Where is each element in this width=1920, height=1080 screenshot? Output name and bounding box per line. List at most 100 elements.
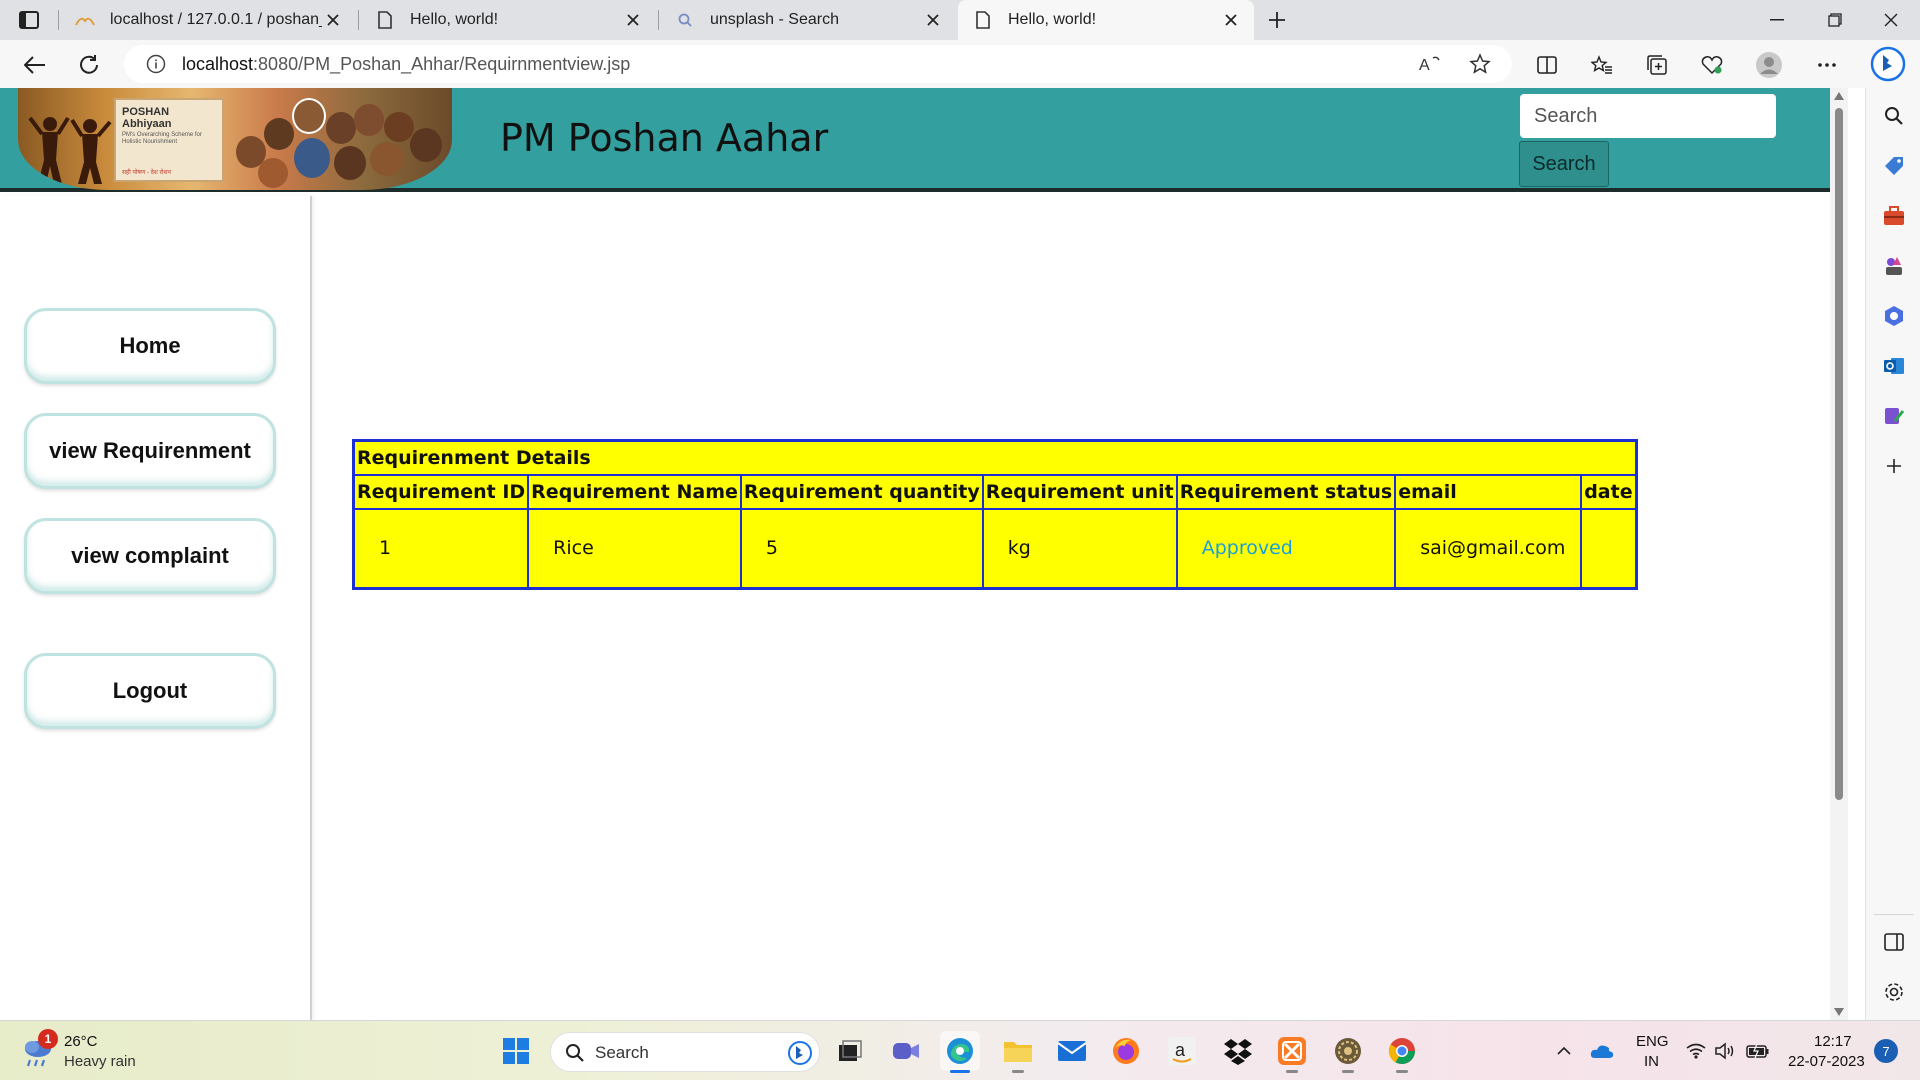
- close-window-button[interactable]: [1862, 0, 1920, 40]
- task-view-icon[interactable]: [830, 1031, 870, 1071]
- microsoft-365-icon[interactable]: [1880, 302, 1908, 330]
- scroll-up-arrow-icon[interactable]: [1834, 92, 1844, 100]
- wifi-icon[interactable]: [1684, 1039, 1708, 1063]
- home-button[interactable]: Home: [24, 308, 276, 384]
- search-icon: [566, 1044, 584, 1062]
- xampp-icon[interactable]: [1272, 1031, 1312, 1073]
- browser-toolbar: localhost:8080/PM_Poshan_Ahhar/Requirnme…: [0, 40, 1920, 88]
- bing-copilot-icon[interactable]: [1868, 44, 1908, 84]
- firefox-icon[interactable]: [1106, 1031, 1146, 1071]
- scroll-down-arrow-icon[interactable]: [1834, 1008, 1844, 1016]
- windows-start-icon[interactable]: [496, 1031, 536, 1071]
- child-photo: [334, 146, 366, 180]
- site-info-icon[interactable]: [144, 52, 168, 76]
- close-icon[interactable]: [922, 9, 944, 31]
- site-header: POSHAN Abhiyaan PM's Overarching Scheme …: [0, 88, 1830, 192]
- windows-taskbar: 1 26°C Heavy rain Search a ENG IN 12:17 …: [0, 1020, 1920, 1080]
- cell-email: sai@gmail.com: [1394, 507, 1583, 590]
- dropbox-icon[interactable]: [1218, 1031, 1258, 1071]
- add-icon[interactable]: [1880, 452, 1908, 480]
- site-title: PM Poshan Aahar: [500, 116, 829, 160]
- cell-date: [1580, 507, 1638, 590]
- logout-button[interactable]: Logout: [24, 653, 276, 729]
- collections-icon[interactable]: [1640, 48, 1674, 82]
- split-screen-icon[interactable]: [1530, 48, 1564, 82]
- column-header-requirement-name: Requirement Name: [527, 473, 742, 510]
- children-silhouette-image: [28, 116, 112, 184]
- favorite-star-icon[interactable]: [1468, 52, 1492, 76]
- settings-gear-icon[interactable]: [1880, 978, 1908, 1006]
- sidebar-toggle-icon[interactable]: [1880, 928, 1908, 956]
- child-photo: [292, 98, 326, 134]
- cell-requirement-name: Rice: [527, 507, 742, 590]
- refresh-button[interactable]: [72, 48, 106, 82]
- web-page: POSHAN Abhiyaan PM's Overarching Scheme …: [0, 88, 1830, 1020]
- column-header-requirement-id: Requirement ID: [352, 473, 530, 510]
- edge-browser-icon[interactable]: [940, 1031, 980, 1073]
- region-indicator[interactable]: IN: [1644, 1053, 1659, 1070]
- favorites-icon[interactable]: [1585, 48, 1619, 82]
- child-photo: [370, 142, 404, 176]
- phpmyadmin-icon: [74, 9, 96, 31]
- address-bar[interactable]: localhost:8080/PM_Poshan_Ahhar/Requirnme…: [124, 45, 1512, 83]
- child-photo: [410, 128, 442, 162]
- search-input[interactable]: [1520, 94, 1776, 138]
- more-options-icon[interactable]: [1810, 48, 1844, 82]
- address-path: :8080/PM_Poshan_Ahhar/Requirnmentview.js…: [253, 53, 631, 74]
- outlook-icon[interactable]: [1880, 352, 1908, 380]
- teams-meet-icon[interactable]: [886, 1031, 926, 1071]
- chrome-icon[interactable]: [1382, 1031, 1422, 1073]
- tab-phpmyadmin[interactable]: localhost / 127.0.0.1 / poshan_db: [60, 0, 356, 40]
- notification-count-badge[interactable]: 7: [1874, 1039, 1898, 1063]
- read-aloud-icon[interactable]: A: [1418, 52, 1442, 76]
- volume-icon[interactable]: [1714, 1039, 1738, 1063]
- search-icon[interactable]: [1880, 102, 1908, 130]
- shopping-tag-icon[interactable]: [1880, 152, 1908, 180]
- close-icon[interactable]: [622, 9, 644, 31]
- tab-unsplash-search[interactable]: unsplash - Search: [660, 0, 956, 40]
- cell-requirement-quantity: 5: [739, 507, 984, 590]
- page-scrollbar[interactable]: [1830, 88, 1848, 1020]
- battery-charging-icon[interactable]: [1746, 1039, 1770, 1063]
- tab-actions-icon[interactable]: [16, 8, 42, 32]
- close-icon[interactable]: [1220, 9, 1242, 31]
- tab-hello-world-1[interactable]: Hello, world!: [360, 0, 656, 40]
- tab-separator: [58, 10, 59, 30]
- clock-date[interactable]: 22-07-2023: [1788, 1053, 1865, 1070]
- close-icon[interactable]: [322, 9, 344, 31]
- games-icon[interactable]: [1880, 252, 1908, 280]
- new-tab-button[interactable]: [1260, 3, 1294, 37]
- browser-essentials-icon[interactable]: [1695, 48, 1729, 82]
- tab-hello-world-active[interactable]: Hello, world!: [958, 0, 1254, 40]
- logo-subtitle: PM's Overarching Scheme for Holistic Nou…: [122, 132, 202, 145]
- taskbar-search-label: Search: [595, 1043, 649, 1062]
- profile-avatar[interactable]: [1752, 48, 1786, 82]
- restore-button[interactable]: [1806, 0, 1864, 40]
- designer-icon[interactable]: [1880, 402, 1908, 430]
- amazon-icon[interactable]: a: [1162, 1031, 1202, 1071]
- minimize-button[interactable]: [1748, 0, 1806, 40]
- edge-sidebar: [1865, 88, 1920, 1020]
- show-hidden-icons-chevron-icon[interactable]: [1552, 1039, 1576, 1063]
- back-button[interactable]: [18, 48, 52, 82]
- view-complaint-button[interactable]: view complaint: [24, 518, 276, 594]
- cell-requirement-id: 1: [352, 507, 530, 590]
- language-indicator[interactable]: ENG: [1636, 1033, 1669, 1050]
- onedrive-cloud-icon[interactable]: [1590, 1039, 1614, 1063]
- mail-icon[interactable]: [1052, 1031, 1092, 1071]
- scrollbar-thumb[interactable]: [1835, 108, 1843, 800]
- view-requirement-button[interactable]: view Requirenment: [24, 413, 276, 489]
- tools-briefcase-icon[interactable]: [1880, 202, 1908, 230]
- clock-time[interactable]: 12:17: [1814, 1033, 1852, 1050]
- file-explorer-icon[interactable]: [998, 1031, 1038, 1073]
- app-emblem-icon[interactable]: [1328, 1031, 1368, 1073]
- poshan-abhiyaan-logo: POSHAN Abhiyaan PM's Overarching Scheme …: [114, 98, 224, 182]
- weather-temperature[interactable]: 26°C: [64, 1033, 98, 1050]
- search-button[interactable]: Search: [1519, 141, 1609, 187]
- taskbar-search-box[interactable]: Search: [550, 1032, 820, 1072]
- logo-tagline: सही पोषण - देश रोशन: [122, 170, 171, 176]
- open-indicator: [1396, 1070, 1408, 1073]
- open-indicator: [1012, 1070, 1024, 1073]
- weather-description[interactable]: Heavy rain: [64, 1053, 136, 1070]
- page-icon: [972, 9, 994, 31]
